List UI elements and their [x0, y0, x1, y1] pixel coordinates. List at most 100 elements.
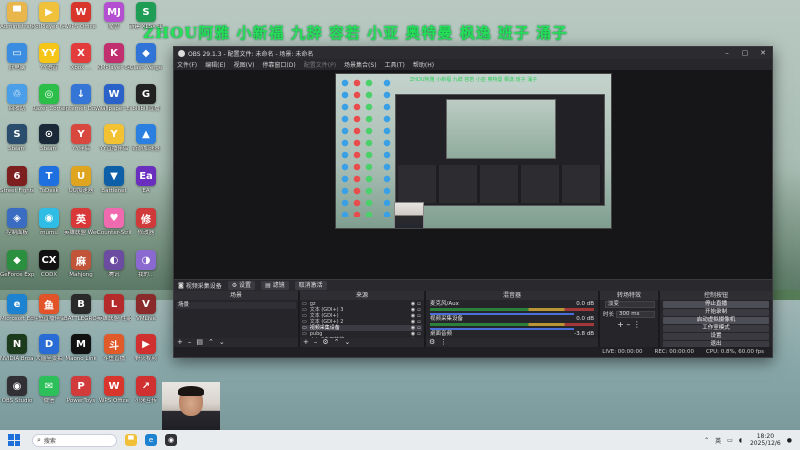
windows-start-icon[interactable]	[8, 434, 20, 446]
settings-button[interactable]: 设置	[663, 333, 769, 340]
menu-tools[interactable]: 工具(T)	[385, 60, 405, 69]
stop-streaming-button[interactable]: 停止直播	[663, 301, 769, 308]
remove-icon[interactable]: –	[188, 338, 192, 347]
chevron-down-icon[interactable]: ⌄	[345, 338, 351, 347]
desktop-icon[interactable]: ◎ Razer Cortex	[32, 84, 66, 113]
minimize-icon[interactable]: –	[718, 49, 736, 57]
desktop-icon[interactable]: ▼ Battlenet	[97, 166, 131, 195]
start-recording-button[interactable]: 开始录制	[663, 309, 769, 316]
ime-indicator[interactable]: 英	[715, 436, 721, 445]
desktop-icon[interactable]: K KMPlayer 64X	[97, 43, 131, 72]
desktop-icon[interactable]: ▭ 此电脑	[0, 43, 34, 72]
notification-icon[interactable]: ●	[787, 437, 792, 444]
chevron-down-icon[interactable]: ⌄	[219, 338, 225, 347]
desktop-icon[interactable]: S Steam	[0, 124, 34, 153]
desktop-icon[interactable]: ↓ Internet Downlo...	[64, 84, 98, 113]
source-settings-button[interactable]: ⚙ 设置	[227, 281, 256, 290]
add-icon[interactable]: +	[303, 338, 309, 347]
filter-icon[interactable]: ▤	[196, 338, 203, 347]
source-deactivate-button[interactable]: 取消激活	[294, 281, 327, 290]
more-icon[interactable]: ⋮	[440, 338, 447, 347]
start-virtual-camera-button[interactable]: 启动虚拟摄像机	[663, 317, 769, 324]
desktop-icon[interactable]: W Wallpaper Engine	[97, 84, 131, 113]
desktop-icon[interactable]: 6 Street Fighter 6	[0, 166, 34, 195]
taskbar-search[interactable]: ⌕ 搜索	[32, 433, 117, 447]
desktop-icon[interactable]: YY YY语音	[32, 43, 66, 72]
source-filters-button[interactable]: ▤ 滤镜	[261, 281, 289, 290]
obs-window[interactable]: OBS 29.1.3 - 配置文件: 未命名 - 场景: 未命名 – ▢ ✕ 文…	[173, 46, 773, 358]
desktop-icon[interactable]: ▲ 奇游加速器	[129, 124, 163, 153]
chevron-up-icon[interactable]: ⌃	[334, 338, 340, 347]
desktop-icon[interactable]: ◉ mumu	[32, 208, 66, 237]
desktop-icon[interactable]: N NVIDIA Broadcast	[0, 334, 34, 363]
desktop-icon[interactable]: CX CODX	[32, 250, 66, 279]
desktop-icon[interactable]: ↗ 小米互传	[129, 376, 163, 405]
desktop-icon[interactable]: S 新建 XLSX 工作表	[129, 2, 163, 31]
gear-icon[interactable]: ⚙	[429, 338, 435, 347]
exit-button[interactable]: 退出	[663, 341, 769, 347]
desktop-icon[interactable]: X Xbox ...	[64, 43, 98, 72]
desktop-icon[interactable]: 鱼斗鱼直播伴侣	[32, 294, 66, 323]
obs-taskbar-icon[interactable]: ◉	[165, 434, 177, 446]
menu-view[interactable]: 视图(V)	[234, 60, 255, 69]
desktop-icon[interactable]: ⊙ Steam	[32, 124, 66, 153]
transition-duration-input[interactable]: 300 ms	[616, 310, 655, 318]
desktop-icon[interactable]: W WPS Office	[64, 2, 98, 31]
desktop-icon[interactable]: V VMLive	[129, 294, 163, 323]
chevron-up-icon[interactable]: ⌃	[704, 437, 709, 444]
desktop-icon[interactable]: 斗斗鱼直播	[97, 334, 131, 363]
desktop-icon[interactable]: ◑ 我的...	[129, 250, 163, 279]
desktop-icon[interactable]: ▶ 野火视频	[129, 334, 163, 363]
edge-icon[interactable]: e	[145, 434, 157, 446]
menu-help[interactable]: 帮助(H)	[413, 60, 434, 69]
desktop-icon[interactable]: Gbilibili直播	[129, 84, 163, 113]
desktop-icon[interactable]: B BATTLEGROUNDS	[64, 294, 98, 323]
network-icon[interactable]: ▭	[727, 437, 733, 444]
desktop-icon[interactable]: ✉ 微信	[32, 376, 66, 405]
desktop-icon[interactable]: MJ 魔兽	[97, 2, 131, 31]
scene-list-item[interactable]: 场景	[176, 302, 296, 309]
file-explorer-icon[interactable]: ▀	[125, 434, 137, 446]
desktop-icon[interactable]: ◐ 腾讯	[97, 250, 131, 279]
maximize-icon[interactable]: ▢	[736, 49, 754, 57]
menu-docks[interactable]: 停靠窗口(D)	[262, 60, 295, 69]
desktop-icon[interactable]: P PowerToys	[64, 376, 98, 405]
obs-preview-canvas[interactable]: ZHOU阿雅 小新福 九辞 容若 小亚 奥特曼 枫逸 班子 涌子	[335, 73, 612, 229]
menu-file[interactable]: 文件(F)	[177, 60, 197, 69]
remove-icon[interactable]: –	[314, 338, 318, 347]
close-icon[interactable]: ✕	[754, 49, 772, 57]
desktop-icon[interactable]: ▶ PotPlayer 64 bit	[32, 2, 66, 31]
gear-icon[interactable]: ⚙	[322, 338, 328, 347]
desktop-icon[interactable]: ◉ OBS Studio	[0, 376, 34, 405]
desktop-icon[interactable]: ▀ Administrator	[0, 2, 34, 31]
add-icon[interactable]: +	[617, 320, 626, 329]
obs-title-bar[interactable]: OBS 29.1.3 - 配置文件: 未命名 - 场景: 未命名 – ▢ ✕	[174, 47, 772, 59]
desktop-icon[interactable]: ♥ Counter-Strike	[97, 208, 131, 237]
desktop-icon[interactable]: W WPS Office	[97, 376, 131, 405]
desktop-icon[interactable]: 麻 Mahjong	[64, 250, 98, 279]
clock[interactable]: 18:20 2025/12/6	[750, 433, 781, 447]
desktop-icon[interactable]: T ToDesk	[32, 166, 66, 195]
desktop-icon[interactable]: e Microsoft Edge	[0, 294, 34, 323]
desktop-icon[interactable]: ◆ Clash Verge	[129, 43, 163, 72]
menu-scene-collection[interactable]: 场景集合(S)	[344, 60, 377, 69]
chevron-up-icon[interactable]: ⌃	[208, 338, 214, 347]
desktop-icon[interactable]: Ea EA	[129, 166, 163, 195]
desktop-icon[interactable]: D 大疆全景拍	[32, 334, 66, 363]
desktop-icon[interactable]: 英英雄联盟 WeGame	[64, 208, 98, 237]
desktop-icon[interactable]: M Maono Link	[64, 334, 98, 363]
desktop-icon[interactable]: Y YY直播伴侣	[97, 124, 131, 153]
studio-mode-button[interactable]: 工作室模式	[663, 325, 769, 332]
desktop-icon[interactable]: ♲ 回收站	[0, 84, 34, 113]
desktop-icon[interactable]: Y YY伴侣	[64, 124, 98, 153]
add-icon[interactable]: +	[177, 338, 183, 347]
transition-type-select[interactable]: 淡变	[605, 301, 655, 308]
desktop-icon[interactable]: 修修改器	[129, 208, 163, 237]
desktop-icon[interactable]: ◈ 控制面板	[0, 208, 34, 237]
volume-icon[interactable]: ◖	[739, 437, 742, 444]
desktop-icon[interactable]: ◆ GeForce Experience	[0, 250, 34, 279]
desktop-icon[interactable]: L 英雄联盟 性能测试工具	[97, 294, 131, 323]
more-icon[interactable]: ⋮	[633, 320, 641, 329]
menu-edit[interactable]: 编辑(E)	[205, 60, 225, 69]
menu-profile[interactable]: 配置文件(P)	[304, 60, 336, 69]
